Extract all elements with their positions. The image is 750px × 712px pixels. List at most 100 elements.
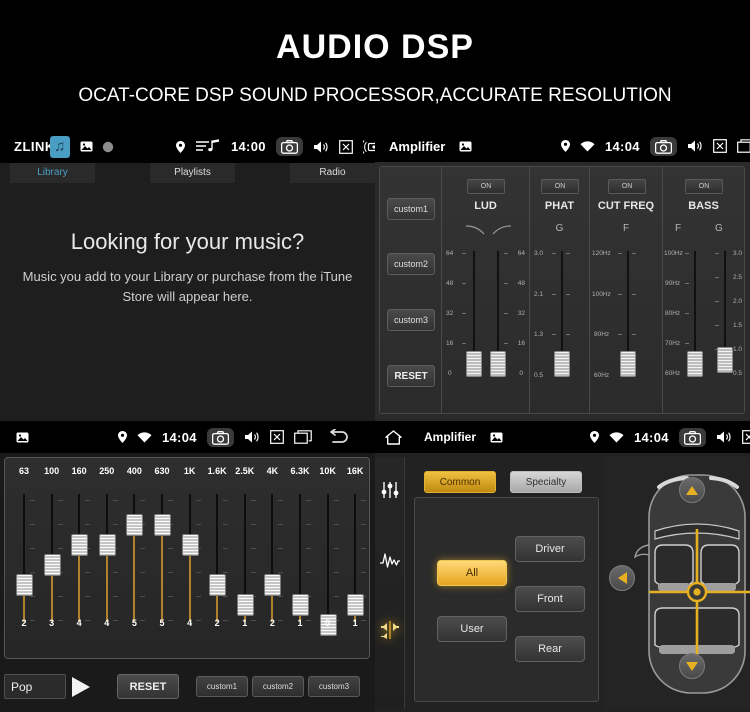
chevron-left-icon[interactable] [609, 565, 635, 591]
eq-fader-knob[interactable] [209, 574, 227, 596]
eq-preset-select[interactable]: Pop [4, 674, 66, 699]
dsp-preset-custom1[interactable]: custom1 [387, 198, 435, 220]
window-icon[interactable] [736, 139, 750, 153]
car-seat-balance-diagram[interactable] [603, 457, 750, 709]
record-dot-icon[interactable] [102, 141, 114, 153]
lud-on-toggle[interactable]: ON [467, 179, 505, 194]
image-icon[interactable] [459, 141, 472, 152]
balance-speaker-icon[interactable] [379, 619, 401, 641]
eq-track-upper[interactable] [78, 494, 81, 534]
amp-button-driver[interactable]: Driver [515, 536, 585, 562]
eq-fader-knob[interactable] [181, 534, 199, 556]
home-icon[interactable] [375, 429, 402, 445]
eq-fader-knob[interactable] [292, 594, 309, 616]
speaker-icon[interactable] [716, 430, 732, 444]
eq-track-upper[interactable] [105, 494, 108, 534]
tab-specialty[interactable]: Specialty [510, 471, 582, 493]
dsp-preset-custom2[interactable]: custom2 [387, 253, 435, 275]
close-box-icon[interactable] [712, 139, 727, 153]
eq-track-upper[interactable] [271, 494, 274, 574]
play-triangle-icon[interactable] [72, 677, 90, 697]
amp-button-all[interactable]: All [437, 560, 507, 586]
image-icon[interactable] [80, 141, 93, 152]
eq-track-lower[interactable] [188, 556, 191, 622]
bass-on-toggle[interactable]: ON [685, 179, 723, 194]
dsp-preset-custom3[interactable]: custom3 [387, 309, 435, 331]
eq-tick [223, 572, 229, 573]
eq-track-upper[interactable] [216, 494, 219, 574]
eq-track-lower[interactable] [105, 556, 108, 622]
eq-fader-knob[interactable] [71, 534, 89, 556]
waveform-icon[interactable] [379, 549, 401, 571]
eq-track-upper[interactable] [188, 494, 191, 534]
eq-track-lower[interactable] [50, 576, 53, 622]
eq-tick [306, 524, 311, 525]
equalizer-sliders-icon[interactable] [379, 479, 401, 501]
eq-track-upper[interactable] [354, 494, 357, 594]
window-icon[interactable] [293, 430, 312, 444]
tab-library[interactable]: Library [10, 163, 95, 183]
amp-button-front[interactable]: Front [515, 586, 585, 612]
camera-icon[interactable] [206, 427, 234, 447]
amp-button-rear[interactable]: Rear [515, 636, 585, 662]
eq-fader-knob[interactable] [98, 534, 116, 556]
eq-fader-knob[interactable] [154, 514, 171, 536]
phat-on-toggle[interactable]: ON [541, 179, 579, 194]
eq-fader-knob[interactable] [43, 554, 61, 576]
eq-fader-knob[interactable] [264, 574, 282, 596]
eq-track-upper[interactable] [299, 494, 301, 594]
tab-radio[interactable]: Radio [290, 163, 375, 183]
phat-fader-knob[interactable] [554, 351, 570, 377]
eq-band: 400 5 [121, 458, 147, 658]
eq-tick [250, 500, 256, 501]
bass-g-05: 0.5 [732, 370, 742, 377]
tab-common[interactable]: Common [424, 471, 496, 493]
close-box-icon[interactable] [269, 430, 284, 444]
close-box-icon[interactable] [338, 139, 353, 154]
image-icon[interactable] [16, 432, 29, 443]
eq-custom1-button[interactable]: custom1 [196, 676, 248, 697]
close-box-icon[interactable] [741, 430, 750, 444]
cutfreq-fader-knob[interactable] [620, 351, 636, 377]
cutfreq-on-toggle[interactable]: ON [608, 179, 646, 194]
eq-track-lower[interactable] [161, 536, 163, 622]
eq-tick [195, 500, 201, 501]
eq-tick [112, 524, 118, 525]
radio-icon[interactable] [362, 139, 375, 154]
camera-icon[interactable] [649, 136, 677, 156]
bass-f-fader-knob[interactable] [687, 351, 703, 377]
chevron-down-icon[interactable] [679, 653, 705, 679]
back-arrow-icon[interactable] [328, 429, 350, 445]
eq-track-upper[interactable] [243, 494, 246, 594]
bass-g-30: 3.0 [732, 250, 742, 257]
tab-playlists[interactable]: Playlists [150, 163, 235, 183]
image-icon[interactable] [490, 432, 503, 443]
eq-reset-button[interactable]: RESET [117, 674, 179, 699]
eq-fader-knob[interactable] [347, 594, 365, 616]
speaker-icon[interactable] [313, 140, 329, 154]
eq-custom2-button[interactable]: custom2 [252, 676, 304, 697]
amp-button-user[interactable]: User [437, 616, 507, 642]
eq-track-upper[interactable] [50, 494, 53, 554]
eq-track-upper[interactable] [23, 494, 25, 574]
speaker-icon[interactable] [687, 139, 703, 153]
bass-g-20: 2.0 [732, 298, 742, 305]
eq-track-lower[interactable] [78, 556, 81, 622]
eq-custom3-button[interactable]: custom3 [308, 676, 360, 697]
dsp-reset-button[interactable]: RESET [387, 365, 435, 387]
bass-g-fader-knob[interactable] [717, 347, 733, 373]
speaker-icon[interactable] [244, 430, 260, 444]
eq-track-upper[interactable] [326, 494, 329, 614]
zlink-logo[interactable]: ZLINK ♫ [0, 135, 70, 158]
lud-fader-knob-left[interactable] [466, 351, 482, 377]
eq-fader-knob[interactable] [126, 514, 144, 536]
eq-fader-knob[interactable] [16, 574, 33, 596]
camera-icon[interactable] [678, 427, 706, 447]
chevron-up-icon[interactable] [679, 477, 705, 503]
camera-icon[interactable] [275, 137, 303, 156]
eq-track-lower[interactable] [133, 536, 136, 622]
eq-track-upper[interactable] [161, 494, 163, 514]
eq-track-upper[interactable] [133, 494, 136, 514]
eq-fader-knob[interactable] [236, 594, 254, 616]
lud-fader-knob-right[interactable] [490, 351, 506, 377]
